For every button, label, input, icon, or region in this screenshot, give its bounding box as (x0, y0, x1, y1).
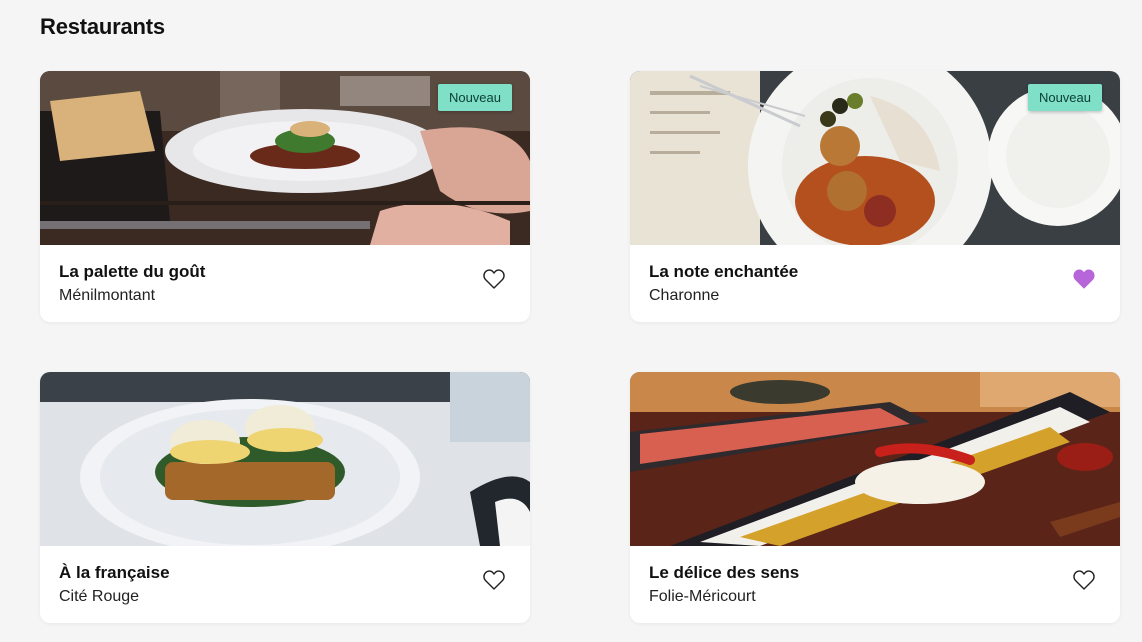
favorite-button[interactable] (1072, 568, 1096, 592)
restaurant-photo (630, 372, 1120, 546)
restaurant-info: Le délice des sens Folie-Méricourt (630, 546, 1120, 623)
restaurant-grid: Nouveau La palette du goût Ménilmontant (40, 71, 1120, 623)
restaurant-name: À la française (59, 563, 170, 582)
restaurant-photo (40, 372, 530, 546)
heart-outline-icon (1073, 570, 1095, 590)
restaurant-district: Ménilmontant (59, 287, 156, 304)
restaurant-name: Le délice des sens (649, 563, 800, 582)
restaurant-district: Charonne (649, 287, 720, 304)
heart-filled-icon (1073, 269, 1095, 289)
restaurant-photo: Nouveau (630, 71, 1120, 245)
restaurant-name: La palette du goût (59, 262, 206, 281)
restaurant-district: Cité Rouge (59, 588, 140, 605)
page-title: Restaurants (40, 14, 165, 39)
restaurant-card[interactable]: Le délice des sens Folie-Méricourt (630, 372, 1120, 623)
heart-outline-icon (483, 269, 505, 289)
restaurant-card[interactable]: Nouveau La palette du goût Ménilmontant (40, 71, 530, 322)
restaurant-info: La palette du goût Ménilmontant (40, 245, 530, 322)
heart-outline-icon (483, 570, 505, 590)
restaurant-card[interactable]: À la française Cité Rouge (40, 372, 530, 623)
restaurant-card[interactable]: Nouveau La note enchantée Charonne (630, 71, 1120, 322)
favorite-button[interactable] (482, 568, 506, 592)
restaurant-name: La note enchantée (649, 262, 799, 281)
favorite-button[interactable] (482, 267, 506, 291)
restaurant-photo: Nouveau (40, 71, 530, 245)
restaurant-info: La note enchantée Charonne (630, 245, 1120, 322)
new-badge: Nouveau (437, 84, 512, 111)
restaurant-info: À la française Cité Rouge (40, 546, 530, 623)
favorite-button[interactable] (1072, 267, 1096, 291)
new-badge: Nouveau (1027, 84, 1102, 111)
restaurant-district: Folie-Méricourt (649, 588, 756, 605)
